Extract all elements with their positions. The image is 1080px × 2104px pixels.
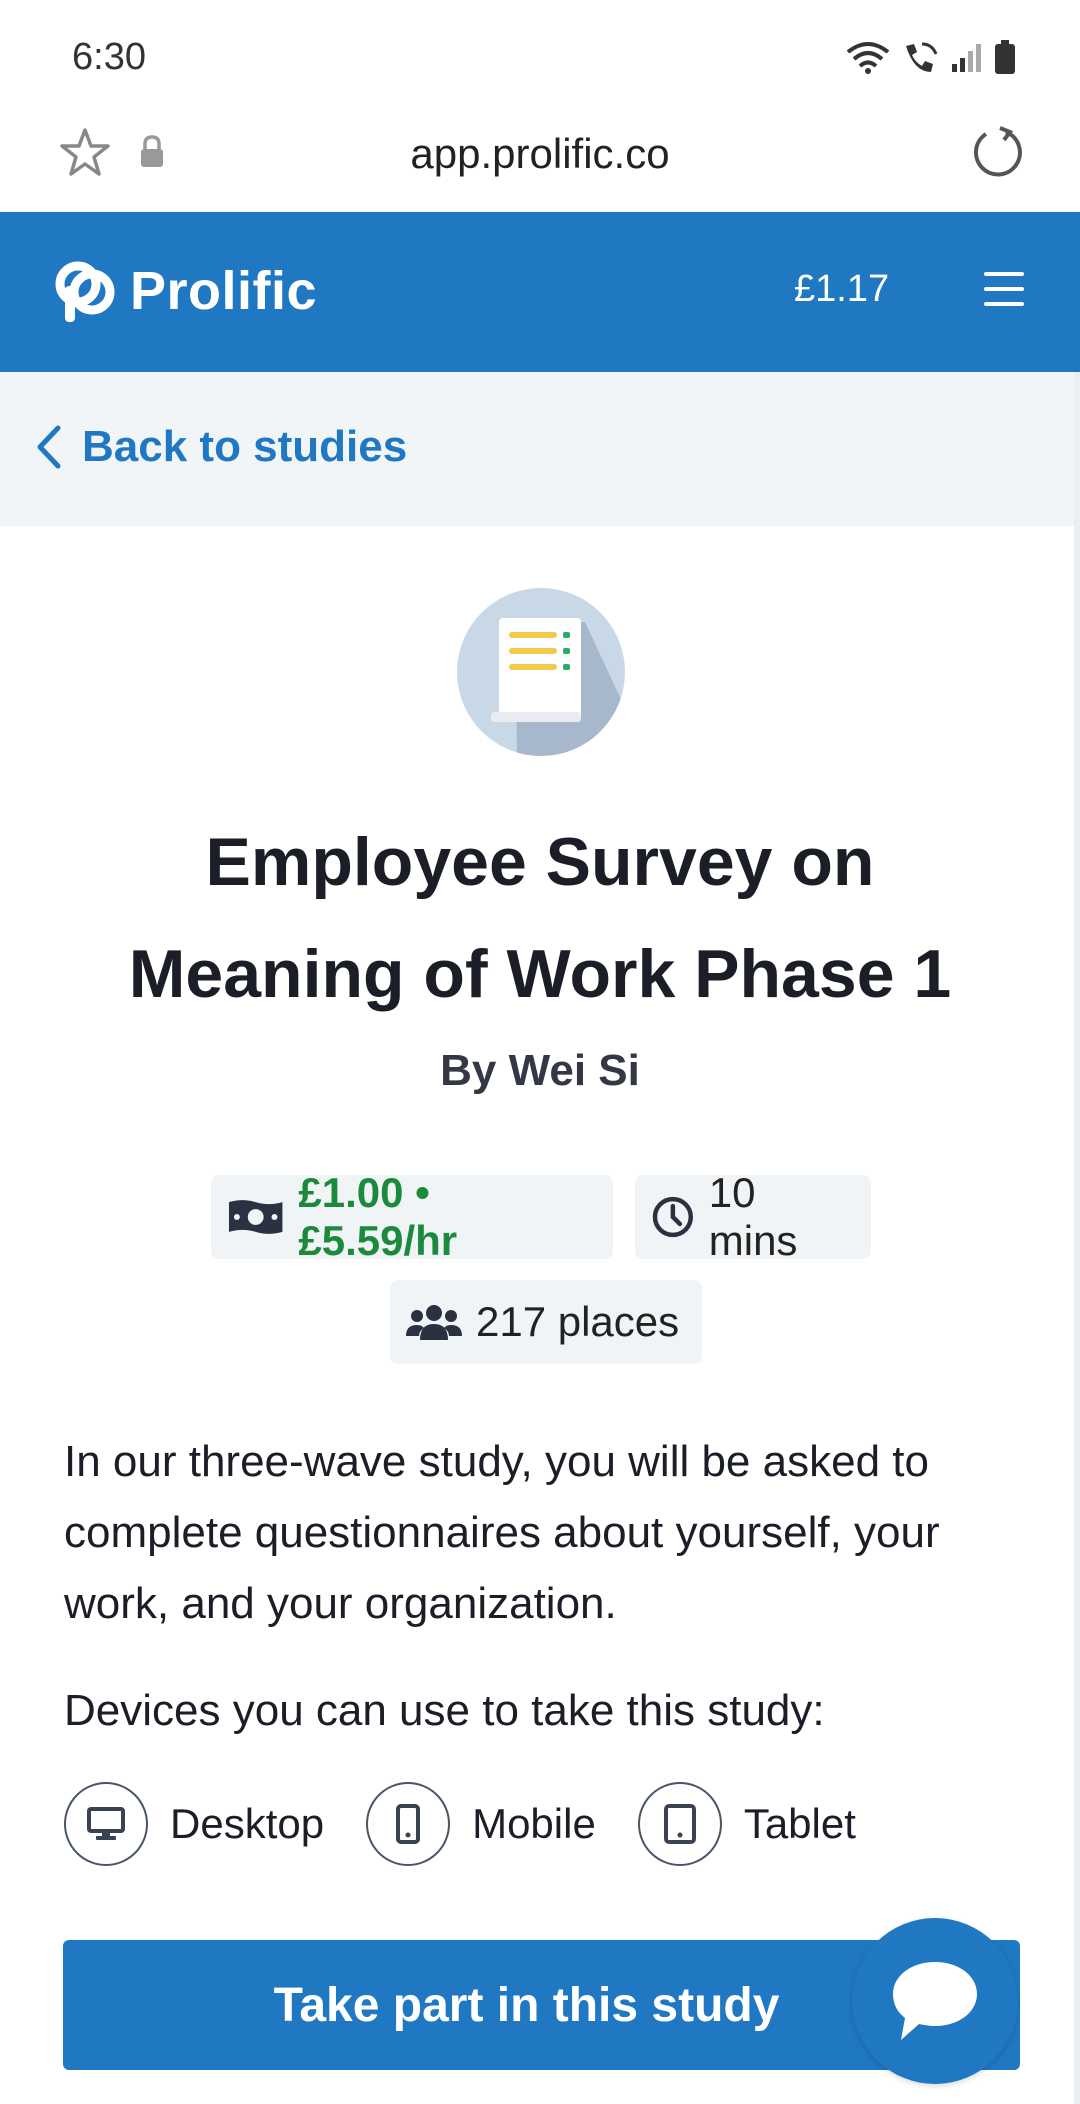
prolific-logo[interactable]: Prolific	[52, 258, 317, 324]
reward-text: £1.00 • £5.59/hr	[298, 1169, 458, 1264]
reward-chip: £1.00 • £5.59/hr	[211, 1169, 613, 1264]
address-bar-url[interactable]: app.prolific.co	[0, 130, 1080, 178]
money-icon	[228, 1200, 283, 1234]
wifi-call-icon	[906, 42, 938, 72]
clock-icon	[652, 1196, 694, 1238]
desktop-icon	[64, 1782, 148, 1866]
study-author: By Wei Si	[440, 1046, 640, 1095]
users-icon	[406, 1305, 462, 1340]
battery-icon	[995, 40, 1015, 74]
places-text: 217 places	[476, 1298, 680, 1345]
mobile-icon	[366, 1782, 451, 1866]
reload-icon[interactable]	[970, 124, 1026, 180]
device-label-tablet: Tablet	[743, 1800, 856, 1847]
status-bar: 6:30	[0, 0, 1080, 110]
hamburger-menu-icon[interactable]	[984, 272, 1024, 306]
back-link-label: Back to studies	[82, 422, 408, 471]
status-time: 6:30	[72, 36, 146, 78]
places-chip: 217 places	[390, 1280, 702, 1364]
scrollbar[interactable]	[1074, 372, 1080, 2104]
signal-icon	[952, 44, 981, 72]
duration-text: 10 mins	[708, 1169, 798, 1264]
device-list: Desktop Mobile Tablet	[64, 1782, 898, 1866]
study-document-icon	[457, 588, 625, 756]
device-label-desktop: Desktop	[170, 1800, 325, 1847]
browser-bar: app.prolific.co	[0, 110, 1080, 212]
duration-chip: 10 mins	[635, 1169, 871, 1264]
account-balance[interactable]: £1.17	[794, 268, 889, 311]
study-description: In our three-wave study, you will be ask…	[64, 1437, 940, 1628]
back-to-studies-link[interactable]: Back to studies	[34, 422, 407, 472]
device-mobile: Mobile	[366, 1782, 596, 1866]
app-header: Prolific £1.17	[0, 212, 1080, 372]
device-label-mobile: Mobile	[472, 1800, 596, 1847]
logo-text: Prolific	[130, 261, 318, 321]
device-tablet: Tablet	[637, 1782, 856, 1866]
chat-bubble-icon[interactable]	[852, 1918, 1018, 2084]
study-title: Employee Survey on Meaning of Work Phase…	[128, 824, 952, 1012]
back-bar: Back to studies	[0, 372, 1080, 526]
devices-heading: Devices you can use to take this study:	[64, 1686, 825, 1735]
wifi-icon	[846, 42, 890, 74]
chevron-left-icon	[37, 425, 61, 469]
tablet-icon	[637, 1782, 722, 1866]
prolific-logo-icon	[55, 261, 115, 322]
status-icons	[846, 40, 1016, 74]
device-desktop: Desktop	[64, 1782, 324, 1866]
